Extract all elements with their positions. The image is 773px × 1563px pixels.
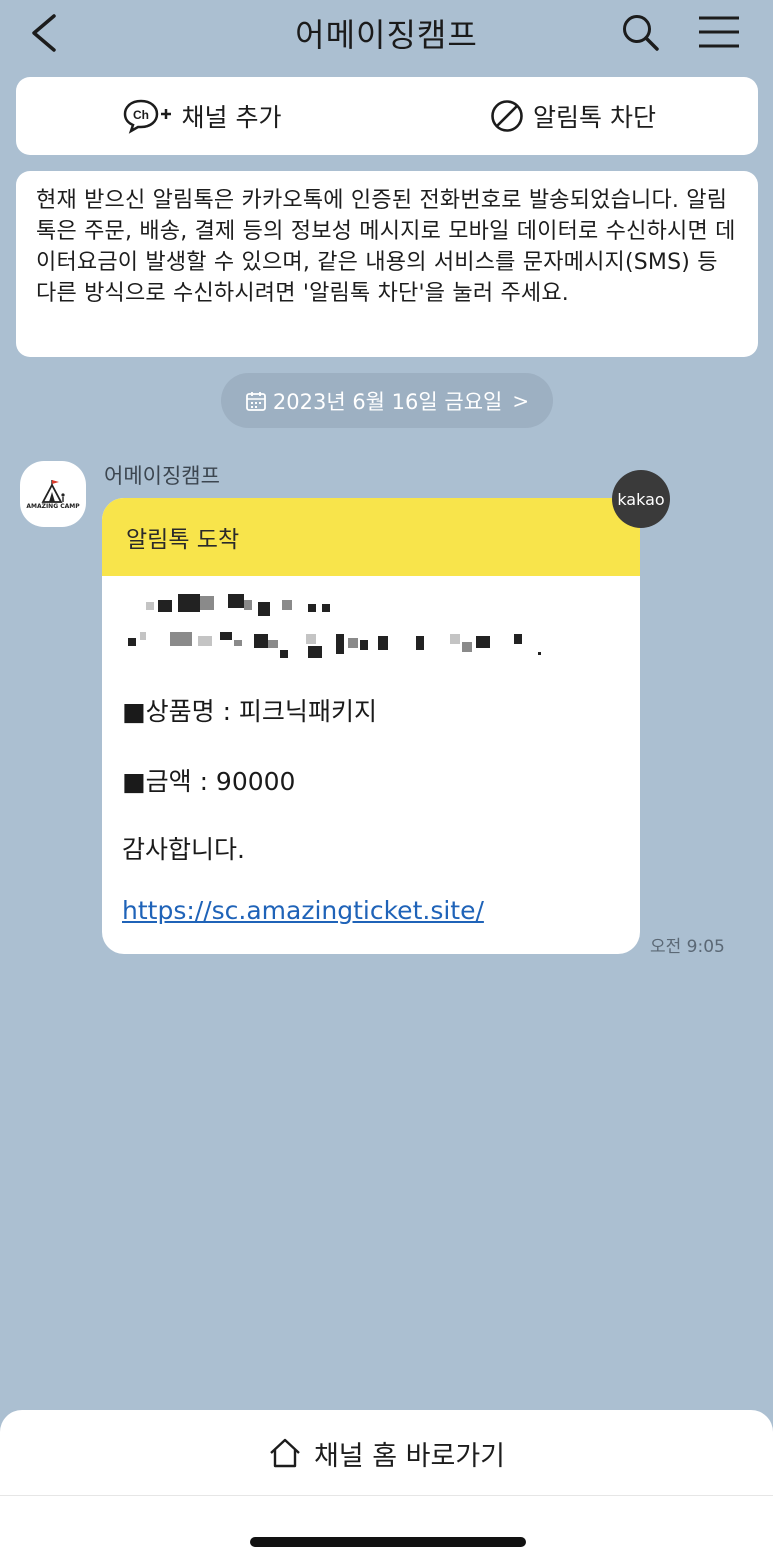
amount-line: ■금액 : 90000 [122,767,296,796]
header: 어메이징캠프 [0,0,773,70]
search-button[interactable] [618,10,664,56]
home-icon [270,1438,300,1468]
tent-logo-icon [41,480,65,503]
bubble-body: ■상품명 : 피크닉패키지 ■금액 : 90000 감사합니다. https:/… [102,576,640,925]
kakao-badge: kakao [612,470,670,528]
bottom-bar: 채널 홈 바로가기 [0,1410,773,1563]
bubble-header: 알림톡 도착 [102,498,640,576]
chevron-right-icon: > [512,388,530,413]
add-channel-button[interactable]: Ch 채널 추가 [16,77,387,155]
home-indicator[interactable] [250,1537,526,1547]
divider [0,1495,773,1496]
sender-name: 어메이징캠프 [104,464,220,488]
channel-add-icon: Ch [123,99,171,134]
search-icon [623,15,659,51]
block-icon [491,100,523,132]
alimtalk-notice: 현재 받으신 알림톡은 카카오톡에 인증된 전화번호로 발송되었습니다. 알림톡… [16,171,758,357]
avatar-logo-text: AMAZING CAMP [26,503,80,510]
svg-text:Ch: Ch [133,108,149,122]
avatar[interactable]: AMAZING CAMP [20,461,86,527]
ticket-link[interactable]: https://sc.amazingticket.site/ [122,896,484,925]
date-pill[interactable]: 2023년 6월 16일 금요일 > [221,373,553,428]
block-label: 알림톡 차단 [533,103,656,132]
channel-home-button[interactable]: 채널 홈 바로가기 [0,1410,773,1496]
date-label: 2023년 6월 16일 금요일 [272,389,503,414]
channel-action-bar: Ch 채널 추가 알림톡 차단 [16,77,758,155]
add-channel-label: 채널 추가 [181,103,282,132]
chat-screen: 어메이징캠프 Ch 채널 추가 알림톡 차단 현재 받으신 알림톡은 카카오톡에… [0,0,773,1563]
calendar-icon [245,391,266,411]
hamburger-menu-icon [699,16,739,48]
product-line: ■상품명 : 피크닉패키지 [122,697,377,726]
menu-button[interactable] [696,12,742,52]
channel-home-label: 채널 홈 바로가기 [313,1440,506,1472]
message-time: 오전 9:05 [650,937,725,957]
message-bubble: 알림톡 도착 ■상품명: 피크닉패키지 ■금액: 90000 감사합니다. … [102,498,640,954]
block-alimtalk-button[interactable]: 알림톡 차단 [387,77,758,155]
thanks-line: 감사합니다. [122,835,245,864]
masked-text [102,576,620,666]
